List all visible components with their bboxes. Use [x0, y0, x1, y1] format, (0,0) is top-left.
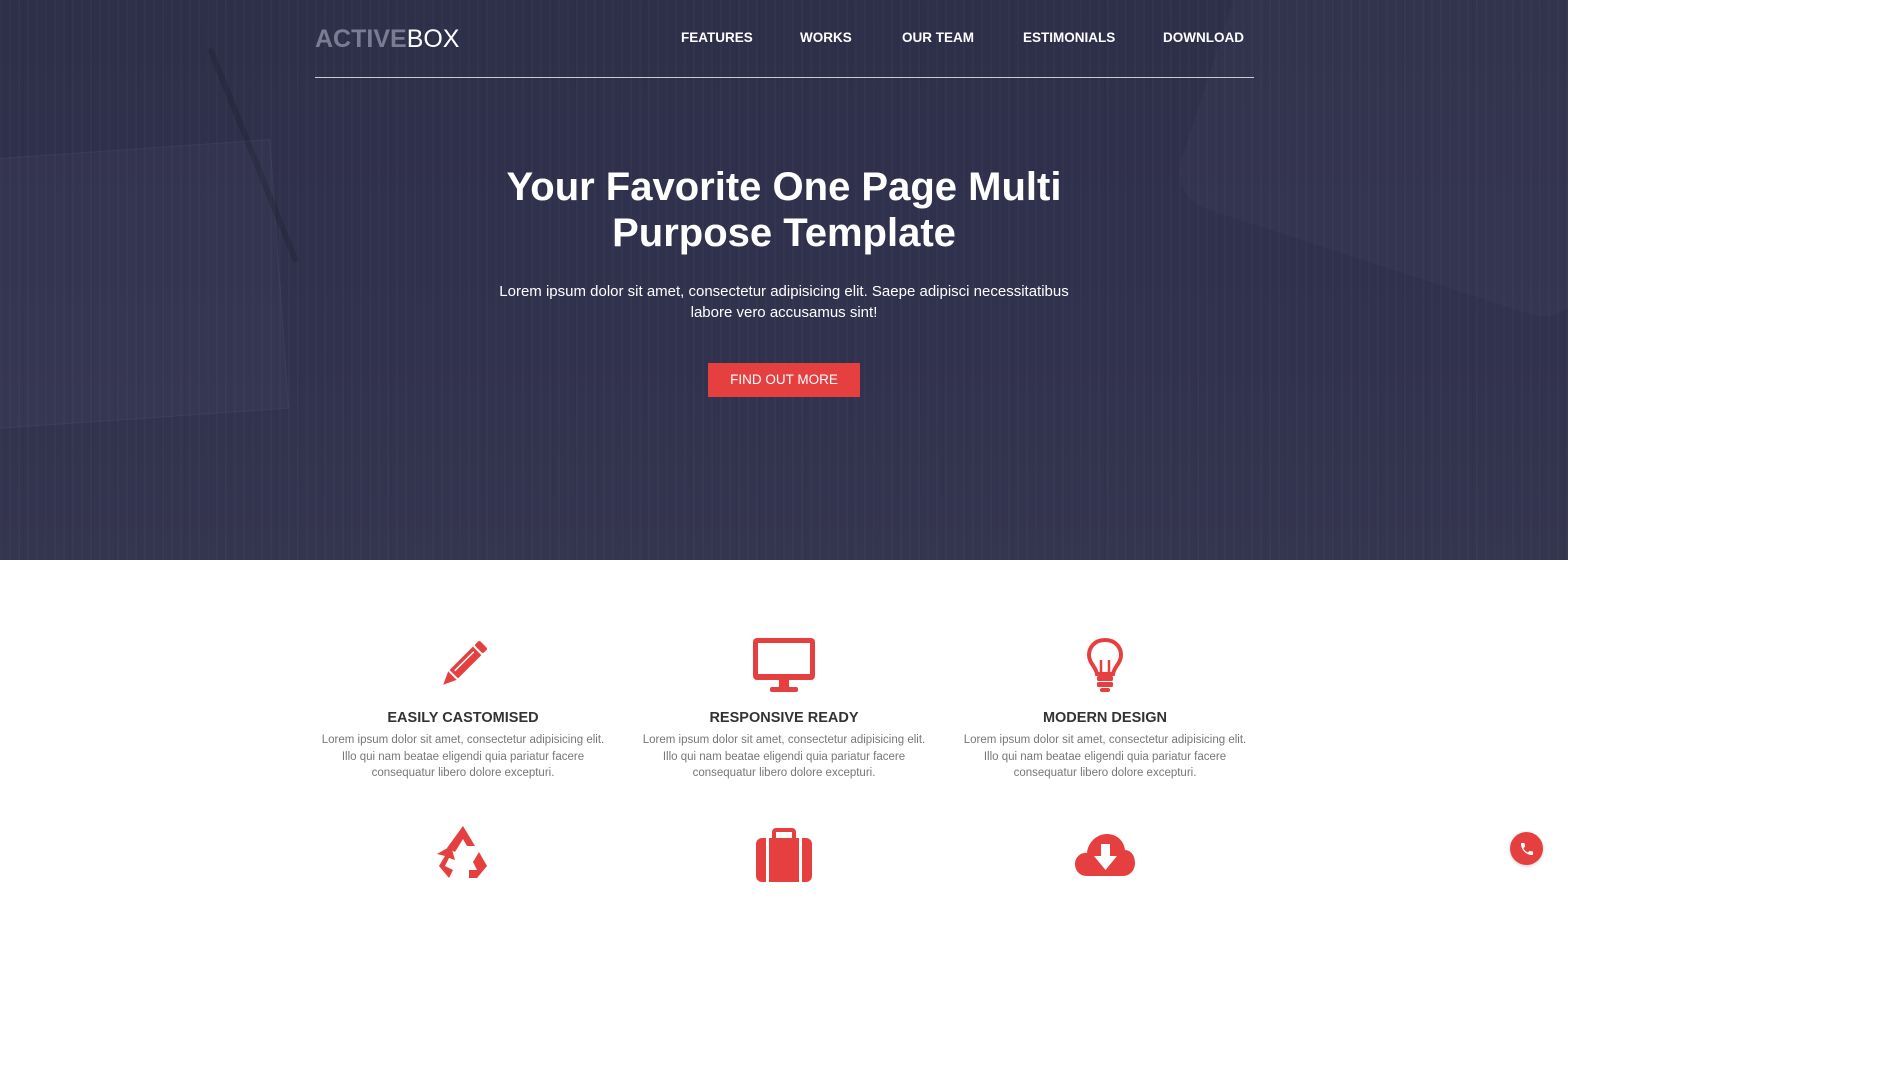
recycle-icon — [313, 822, 613, 886]
hero-subtitle-line1: Lorem ipsum dolor sit amet, consectetur … — [499, 283, 1069, 300]
feature-description-line1: Lorem ipsum dolor sit amet, consectetur … — [321, 734, 605, 746]
feature-responsive-ready: RESPONSIVE READY Lorem ipsum dolor sit a… — [634, 633, 934, 782]
briefcase-icon — [634, 828, 934, 892]
feature-description-line1: Lorem ipsum dolor sit amet, consectetur … — [642, 734, 926, 746]
brand-logo-part1: ACTIVE — [315, 25, 407, 53]
feature-description-line2: Illo qui nam beatae eligendi quia pariat… — [983, 750, 1227, 763]
feature-description: Lorem ipsum dolor sit amet, consectetur … — [955, 732, 1255, 782]
feature-description-line3: consequatur libero dolore excepturi. — [692, 767, 876, 779]
navbar: ACTIVEBOX FEATURES WORKS OUR TEAM ESTIMO… — [315, 0, 1254, 78]
nav-link-our-team[interactable]: OUR TEAM — [902, 30, 974, 46]
feature-modern-design: MODERN DESIGN Lorem ipsum dolor sit amet… — [955, 633, 1255, 782]
brand-logo-part2: BOX — [406, 25, 460, 53]
feature-title: MODERN DESIGN — [1042, 710, 1168, 726]
feature-description-line2: Illo qui nam beatae eligendi quia pariat… — [341, 750, 585, 763]
feature-title: EASILY CASTOMISED — [387, 710, 539, 726]
nav-link-download[interactable]: DOWNLOAD — [1163, 30, 1244, 46]
feature-easily-customised: EASILY CASTOMISED Lorem ipsum dolor sit … — [313, 633, 613, 782]
hero-section: ACTIVEBOX FEATURES WORKS OUR TEAM ESTIMO… — [0, 0, 1568, 560]
find-out-more-button[interactable]: FIND OUT MORE — [708, 363, 860, 397]
feature-description-line3: consequatur libero dolore excepturi. — [1013, 767, 1197, 779]
phone-call-button[interactable] — [1510, 832, 1543, 865]
phone-icon — [1520, 842, 1533, 855]
nav-link-features[interactable]: FEATURES — [681, 30, 753, 46]
hero-title-line2: Purpose Template — [612, 211, 956, 255]
feature-description: Lorem ipsum dolor sit amet, consectetur … — [313, 732, 613, 782]
nav-link-testimonials[interactable]: ESTIMONIALS — [1023, 30, 1115, 46]
cloud-download-icon — [955, 826, 1255, 890]
lightbulb-icon — [955, 633, 1255, 697]
pencil-icon — [313, 633, 613, 697]
feature-description: Lorem ipsum dolor sit amet, consectetur … — [634, 732, 934, 782]
feature-description-line2: Illo qui nam beatae eligendi quia pariat… — [662, 750, 906, 763]
monitor-icon — [634, 633, 934, 697]
hero-title-line1: Your Favorite One Page Multi — [506, 165, 1062, 209]
nav-link-works[interactable]: WORKS — [800, 30, 852, 46]
feature-title: RESPONSIVE READY — [709, 710, 859, 726]
brand-logo[interactable]: ACTIVEBOX — [315, 24, 459, 54]
hero-bg-notebook — [0, 139, 290, 431]
hero-subtitle-line2: labore vero accusamus sint! — [690, 304, 878, 321]
hero-title: Your Favorite One Page Multi Purpose Tem… — [434, 164, 1134, 256]
feature-description-line1: Lorem ipsum dolor sit amet, consectetur … — [963, 734, 1247, 746]
hero-subtitle: Lorem ipsum dolor sit amet, consectetur … — [474, 281, 1094, 323]
feature-description-line3: consequatur libero dolore excepturi. — [371, 767, 555, 779]
